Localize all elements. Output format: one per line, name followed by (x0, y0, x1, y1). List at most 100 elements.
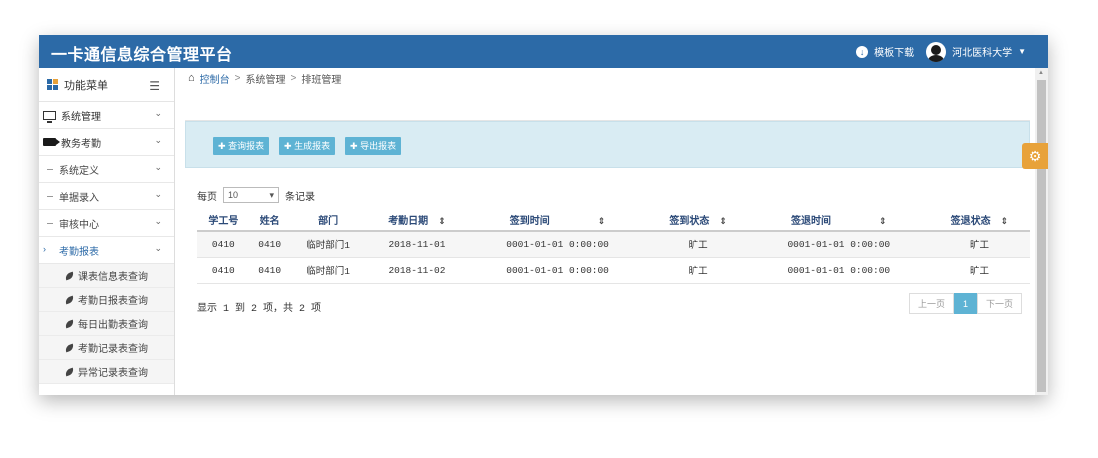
col-header-date[interactable]: 考勤日期 ⇕ (366, 209, 468, 232)
query-report-button[interactable]: ✚ 查询报表 (213, 137, 270, 155)
sidebar-leaf-label: 每日出勤表查询 (78, 320, 148, 331)
sidebar-leaf-records[interactable]: 考勤记录表查询 (39, 336, 174, 360)
sidebar-item-label: 系统管理 (61, 111, 101, 123)
col-header-checkin-status[interactable]: 签到状态 ⇕ (647, 209, 749, 232)
top-bar: 一卡通信息综合管理平台 ↓ 模板下载 河北医科大学 ▼ (39, 35, 1048, 68)
scroll-up-icon[interactable]: ▲ (1038, 70, 1044, 76)
next-page-button[interactable]: 下一页 (976, 293, 1022, 314)
cell-date: 2018-11-01 (366, 231, 468, 258)
leaf-icon (64, 319, 75, 328)
generate-report-button[interactable]: ✚ 生成报表 (279, 137, 336, 155)
col-header-checkout-time[interactable]: 签退时间 ⇕ (748, 209, 929, 232)
sort-icon: ⇕ (1000, 216, 1009, 226)
sidebar-sub-entry[interactable]: 单据录入 ⌄ (39, 183, 174, 210)
settings-gear-icon[interactable]: ⚙ (1022, 143, 1048, 169)
pagination: 上一页 1 下一页 (908, 293, 1022, 314)
leaf-icon (64, 367, 75, 376)
sidebar-sub-definition[interactable]: 系统定义 ⌄ (39, 156, 174, 183)
table-row[interactable]: 0410 0410 临时部门1 2018-11-02 0001-01-01 0:… (197, 257, 1030, 284)
user-menu[interactable]: 河北医科大学 ▼ (926, 41, 1026, 62)
breadcrumb-level1[interactable]: 系统管理 (246, 71, 286, 86)
export-report-button[interactable]: ✚ 导出报表 (345, 137, 402, 155)
cell-checkout-status: 旷工 (928, 257, 1030, 284)
breadcrumb-separator: > (290, 72, 297, 84)
cell-checkin-time: 0001-01-01 0:00:00 (467, 231, 648, 258)
avatar-icon (926, 41, 947, 62)
active-arrow-icon: › (43, 244, 46, 254)
sort-icon: ⇕ (597, 216, 606, 226)
col-header-id[interactable]: 学工号 (197, 209, 250, 232)
col-header-checkout-status[interactable]: 签退状态 ⇕ (928, 209, 1030, 232)
scrollbar-thumb[interactable] (1037, 80, 1046, 392)
chevron-down-icon: ⌄ (154, 162, 162, 172)
sidebar-sub-label: 单据录入 (59, 192, 99, 204)
cell-checkout-status: 旷工 (928, 231, 1030, 258)
breadcrumb-level2: 排班管理 (301, 74, 342, 86)
breadcrumb-home[interactable]: 控制台 (200, 71, 230, 86)
sidebar-sub-reports[interactable]: › 考勤报表 ⌄ (39, 237, 174, 264)
app-title: 一卡通信息综合管理平台 (51, 47, 233, 64)
home-icon: ⌂ (188, 72, 195, 84)
sidebar-item-system[interactable]: 系统管理 ⌄ (39, 102, 174, 129)
chevron-down-icon: ⌄ (154, 189, 162, 199)
cell-department: 临时部门1 (289, 231, 367, 258)
generate-report-label: 生成报表 (294, 141, 331, 151)
sort-icon: ⇕ (879, 216, 887, 226)
download-icon: ↓ (856, 45, 869, 58)
cell-id: 0410 (197, 231, 250, 258)
cell-department: 临时部门1 (289, 257, 367, 284)
col-header-name[interactable]: 姓名 (249, 209, 290, 232)
arrow-up-icon: ✚ (284, 141, 292, 151)
sidebar-sub-audit[interactable]: 审核中心 ⌄ (39, 210, 174, 237)
template-download-button[interactable]: ↓ 模板下载 (856, 44, 914, 59)
cell-date: 2018-11-02 (366, 257, 468, 284)
sidebar-item-attendance[interactable]: 教务考勤 ⌄ (39, 129, 174, 156)
col-header-department[interactable]: 部门 (289, 209, 367, 232)
arrow-up-icon: ✚ (350, 141, 358, 151)
grid-icon (47, 79, 59, 90)
sort-icon: ⇕ (719, 216, 727, 226)
table-row[interactable]: 0410 0410 临时部门1 2018-11-01 0001-01-01 0:… (197, 231, 1030, 258)
sidebar-header-label: 功能菜单 (64, 79, 108, 92)
prev-page-button[interactable]: 上一页 (908, 293, 954, 314)
leaf-icon (64, 343, 75, 352)
sidebar-sub-label: 考勤报表 (59, 246, 99, 258)
tree-dash (47, 169, 53, 170)
chevron-down-icon: ⌄ (154, 243, 162, 253)
top-bar-actions: ↓ 模板下载 河北医科大学 ▼ (856, 35, 1026, 68)
menu-toggle-icon[interactable]: ☰ (149, 79, 160, 93)
sidebar-leaf-exceptions[interactable]: 异常记录表查询 (39, 360, 174, 384)
sort-icon: ⇕ (438, 216, 446, 226)
sidebar-leaf-daily-presence[interactable]: 每日出勤表查询 (39, 312, 174, 336)
sidebar-header: 功能菜单 ☰ (39, 68, 174, 102)
chevron-down-icon: ⌄ (154, 108, 162, 118)
breadcrumb-separator: > (234, 72, 241, 84)
chevron-down-icon: ⌄ (154, 216, 162, 226)
report-toolbar: ✚ 查询报表 ✚ 生成报表 ✚ 导出报表 (185, 121, 1030, 168)
vertical-scrollbar[interactable]: ▲ (1035, 68, 1048, 395)
user-name: 河北医科大学 (952, 48, 1013, 59)
arrow-up-icon: ✚ (218, 141, 226, 151)
page-size-select[interactable]: 10 ▾ (223, 187, 279, 203)
monitor-icon (43, 110, 56, 123)
sidebar-leaf-schedule-query[interactable]: 课表信息表查询 (39, 264, 174, 288)
page-1-button[interactable]: 1 (953, 293, 977, 314)
main-content: ⌂ 控制台 > 系统管理 > 排班管理 ✚ 查询报表 ✚ 生成报表 ✚ 导出报表 (176, 68, 1035, 395)
sidebar-leaf-label: 课表信息表查询 (78, 272, 148, 283)
col-header-checkin-time[interactable]: 签到时间 ⇕ (467, 209, 648, 232)
export-report-label: 导出报表 (360, 141, 397, 151)
chevron-down-icon: ⌄ (154, 135, 162, 145)
sidebar-sub-label: 系统定义 (59, 165, 99, 177)
leaf-icon (64, 295, 75, 304)
page-size-suffix: 条记录 (285, 191, 315, 203)
sidebar-leaf-label: 考勤日报表查询 (78, 296, 148, 307)
cell-checkin-status: 旷工 (647, 257, 749, 284)
report-panel: ✚ 查询报表 ✚ 生成报表 ✚ 导出报表 每页 10 ▾ 条记录 学工号 姓名 … (185, 120, 1030, 330)
sidebar-item-label: 教务考勤 (61, 138, 101, 150)
sidebar-leaf-label: 考勤记录表查询 (78, 344, 148, 355)
video-camera-icon (43, 138, 60, 146)
tree-dash (47, 223, 53, 224)
cell-checkout-time: 0001-01-01 0:00:00 (748, 231, 929, 258)
sidebar-leaf-daily-report[interactable]: 考勤日报表查询 (39, 288, 174, 312)
cell-checkin-status: 旷工 (647, 231, 749, 258)
